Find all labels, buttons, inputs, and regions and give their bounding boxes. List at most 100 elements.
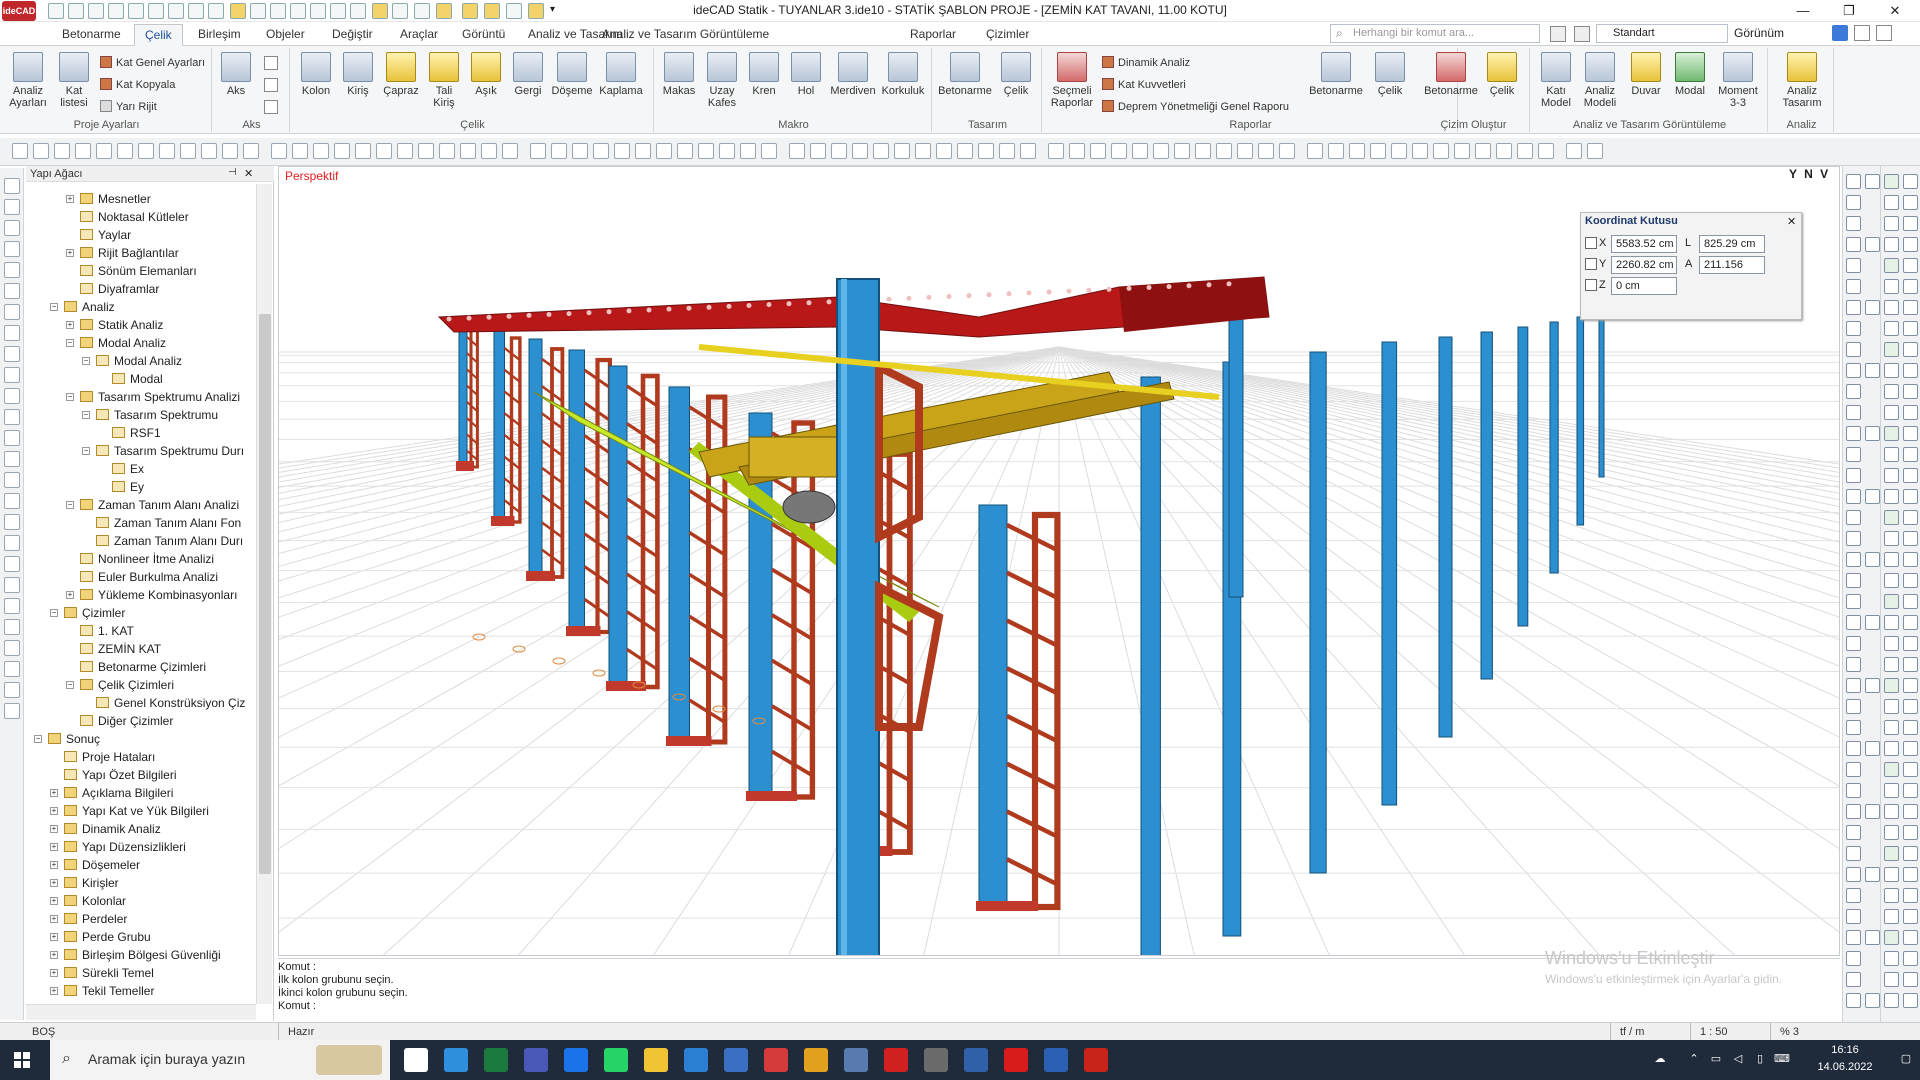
right-tool-icon[interactable]: [1846, 510, 1861, 525]
view-tool-icon[interactable]: [614, 143, 630, 159]
text-tool-icon[interactable]: [894, 143, 910, 159]
right-tool-icon[interactable]: [1884, 594, 1899, 609]
right-tool-icon[interactable]: [1865, 174, 1880, 189]
right-tool-icon[interactable]: [1903, 279, 1918, 294]
right-tool-icon[interactable]: [1846, 825, 1861, 840]
cut-tool-icon[interactable]: [1279, 143, 1295, 159]
right-tool-icon[interactable]: [1884, 300, 1899, 315]
grid-tool-icon[interactable]: [376, 143, 392, 159]
tree-item[interactable]: − Analiz: [50, 298, 115, 316]
layers-panel-icon[interactable]: [1550, 26, 1566, 42]
text-tool-icon[interactable]: [117, 143, 133, 159]
right-tool-icon[interactable]: [1884, 363, 1899, 378]
right-tool-icon[interactable]: [1903, 720, 1918, 735]
steel-column[interactable]: [1140, 376, 1161, 956]
left-tool-icon[interactable]: [4, 241, 20, 257]
right-tool-icon[interactable]: [1846, 783, 1861, 798]
steel-column[interactable]: [1598, 311, 1605, 478]
length-field[interactable]: 825.29 cm: [1699, 235, 1765, 253]
right-tool-icon[interactable]: [1903, 531, 1918, 546]
right-tool-icon[interactable]: [1865, 552, 1880, 567]
tree-item[interactable]: − Tasarım Spektrumu Durı: [82, 442, 244, 460]
new-file-icon[interactable]: [68, 3, 84, 19]
right-tool-icon[interactable]: [1846, 636, 1861, 651]
x-coordinate-field[interactable]: 5583.52 cm: [1611, 235, 1677, 253]
tree-item[interactable]: Ex: [112, 460, 144, 478]
grid-icon[interactable]: [310, 3, 326, 19]
tree-expand-icon[interactable]: +: [50, 933, 58, 941]
kiris-button[interactable]: Kiriş: [338, 52, 378, 97]
analysis-quick-icon[interactable]: [436, 3, 452, 19]
left-tool-icon[interactable]: [4, 325, 20, 341]
kat-listesi-button[interactable]: Kat listesi: [54, 52, 94, 109]
trim-tool-icon[interactable]: [271, 143, 287, 159]
right-tool-icon[interactable]: [1884, 384, 1899, 399]
orbit-tool-icon[interactable]: [1538, 143, 1554, 159]
array-tool-icon[interactable]: [355, 143, 371, 159]
tree-item[interactable]: Zaman Tanım Alanı Durı: [96, 532, 243, 550]
rapor-celik-button[interactable]: Çelik: [1370, 52, 1410, 97]
lattice-column[interactable]: [550, 347, 565, 579]
left-tool-icon[interactable]: [4, 367, 20, 383]
right-tool-icon[interactable]: [1884, 279, 1899, 294]
tree-item[interactable]: + Perde Grubu: [50, 928, 151, 946]
snap-tool-icon[interactable]: [418, 143, 434, 159]
right-tool-icon[interactable]: [1884, 762, 1899, 777]
left-tool-icon[interactable]: [4, 577, 20, 593]
right-tool-icon[interactable]: [1846, 804, 1861, 819]
right-tool-icon[interactable]: [1903, 426, 1918, 441]
left-tool-icon[interactable]: [4, 430, 20, 446]
tab-degistir[interactable]: Değiştir: [332, 27, 373, 41]
measure-tool-icon[interactable]: [439, 143, 455, 159]
mail-icon[interactable]: [684, 1048, 708, 1072]
right-tool-icon[interactable]: [1865, 930, 1880, 945]
right-tool-icon[interactable]: [1846, 195, 1861, 210]
mirror-tool-icon[interactable]: [222, 143, 238, 159]
right-tool-icon[interactable]: [1903, 951, 1918, 966]
3d-tool-icon[interactable]: [740, 143, 756, 159]
right-tool-icon[interactable]: [1846, 594, 1861, 609]
tab-raporlar[interactable]: Raporlar: [910, 27, 956, 41]
makas-button[interactable]: Makas: [658, 52, 700, 97]
zoom-window-tool-icon[interactable]: [810, 143, 826, 159]
offset-tool-icon[interactable]: [243, 143, 259, 159]
tree-item[interactable]: + Birleşim Bölgesi Güvenliği: [50, 946, 221, 964]
tree-item[interactable]: + Kolonlar: [50, 892, 126, 910]
right-tool-icon[interactable]: [1846, 867, 1861, 882]
zoom-window-tool-icon[interactable]: [33, 143, 49, 159]
tree-item[interactable]: Diyaframlar: [80, 280, 159, 298]
tree-scroll-thumb[interactable]: [259, 314, 271, 874]
light-tool-icon[interactable]: [1370, 143, 1386, 159]
right-tool-icon[interactable]: [1903, 867, 1918, 882]
right-tool-icon[interactable]: [1884, 867, 1899, 882]
right-tool-icon[interactable]: [1865, 237, 1880, 252]
steel-column[interactable]: [458, 316, 468, 468]
left-tool-icon[interactable]: [4, 661, 20, 677]
erase-tool-icon[interactable]: [138, 143, 154, 159]
modal-button[interactable]: Modal: [1670, 52, 1710, 97]
camera-tool-icon[interactable]: [1349, 143, 1365, 159]
kat-genel-ayarlari-button[interactable]: Kat Genel Ayarları: [100, 56, 205, 69]
right-tool-icon[interactable]: [1903, 321, 1918, 336]
cursor-icon[interactable]: [250, 3, 266, 19]
home-icon[interactable]: [48, 3, 64, 19]
lattice-column[interactable]: [595, 357, 612, 635]
plan-tool-icon[interactable]: [1475, 143, 1491, 159]
app-logo[interactable]: ideCAD: [2, 1, 36, 21]
steel-column[interactable]: [1549, 321, 1559, 574]
steel-column[interactable]: [528, 338, 543, 578]
right-tool-icon[interactable]: [1865, 363, 1880, 378]
layers-icon[interactable]: [208, 3, 224, 19]
right-tool-icon[interactable]: [1903, 510, 1918, 525]
weather-icon[interactable]: ☁: [1650, 1052, 1670, 1065]
tasarim-celik-button[interactable]: Çelik: [996, 52, 1036, 97]
right-tool-icon[interactable]: [1846, 405, 1861, 420]
tree-expand-icon[interactable]: −: [50, 609, 58, 617]
x-lock-checkbox[interactable]: [1585, 237, 1597, 249]
calculator-icon[interactable]: [924, 1048, 948, 1072]
yari-rijit-button[interactable]: Yarı Rijit: [100, 100, 157, 113]
right-tool-icon[interactable]: [1846, 972, 1861, 987]
right-tool-icon[interactable]: [1903, 825, 1918, 840]
tray-chevron-icon[interactable]: ⌃: [1686, 1052, 1702, 1065]
steel-column[interactable]: [978, 504, 1008, 908]
